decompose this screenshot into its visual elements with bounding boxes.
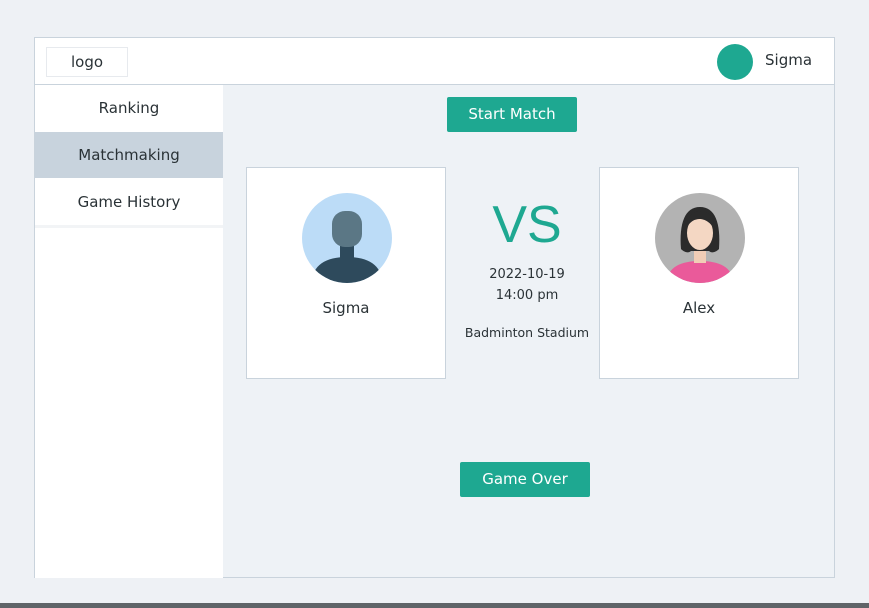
start-match-button[interactable]: Start Match: [447, 97, 577, 132]
female-avatar-icon: [655, 193, 745, 283]
player-name-right: Alex: [682, 299, 716, 317]
user-avatar[interactable]: [717, 44, 753, 80]
match-date: 2022-10-19: [489, 267, 565, 282]
player-card-alex: Alex: [599, 167, 799, 379]
sidebar: Ranking Matchmaking Game History: [35, 85, 223, 578]
match-venue: Badminton Stadium: [464, 325, 590, 340]
sidebar-item-ranking[interactable]: Ranking: [35, 85, 223, 131]
male-avatar-icon: [302, 193, 392, 283]
app-window: logo Sigma Ranking Matchmaking Game Hist…: [34, 37, 835, 578]
top-header: logo Sigma: [35, 38, 834, 85]
sidebar-item-game-history[interactable]: Game History: [35, 179, 223, 225]
player-card-sigma: Sigma: [246, 167, 446, 379]
bottom-edge-bar: [0, 603, 869, 608]
user-name[interactable]: Sigma: [765, 51, 812, 69]
game-over-button[interactable]: Game Over: [460, 462, 590, 497]
logo[interactable]: logo: [46, 47, 128, 77]
sidebar-item-matchmaking[interactable]: Matchmaking: [35, 132, 223, 178]
match-time: 14:00 pm: [495, 288, 559, 303]
vs-label: VS: [492, 196, 562, 254]
player-name-left: Sigma: [322, 299, 370, 317]
sidebar-divider: [35, 225, 223, 228]
